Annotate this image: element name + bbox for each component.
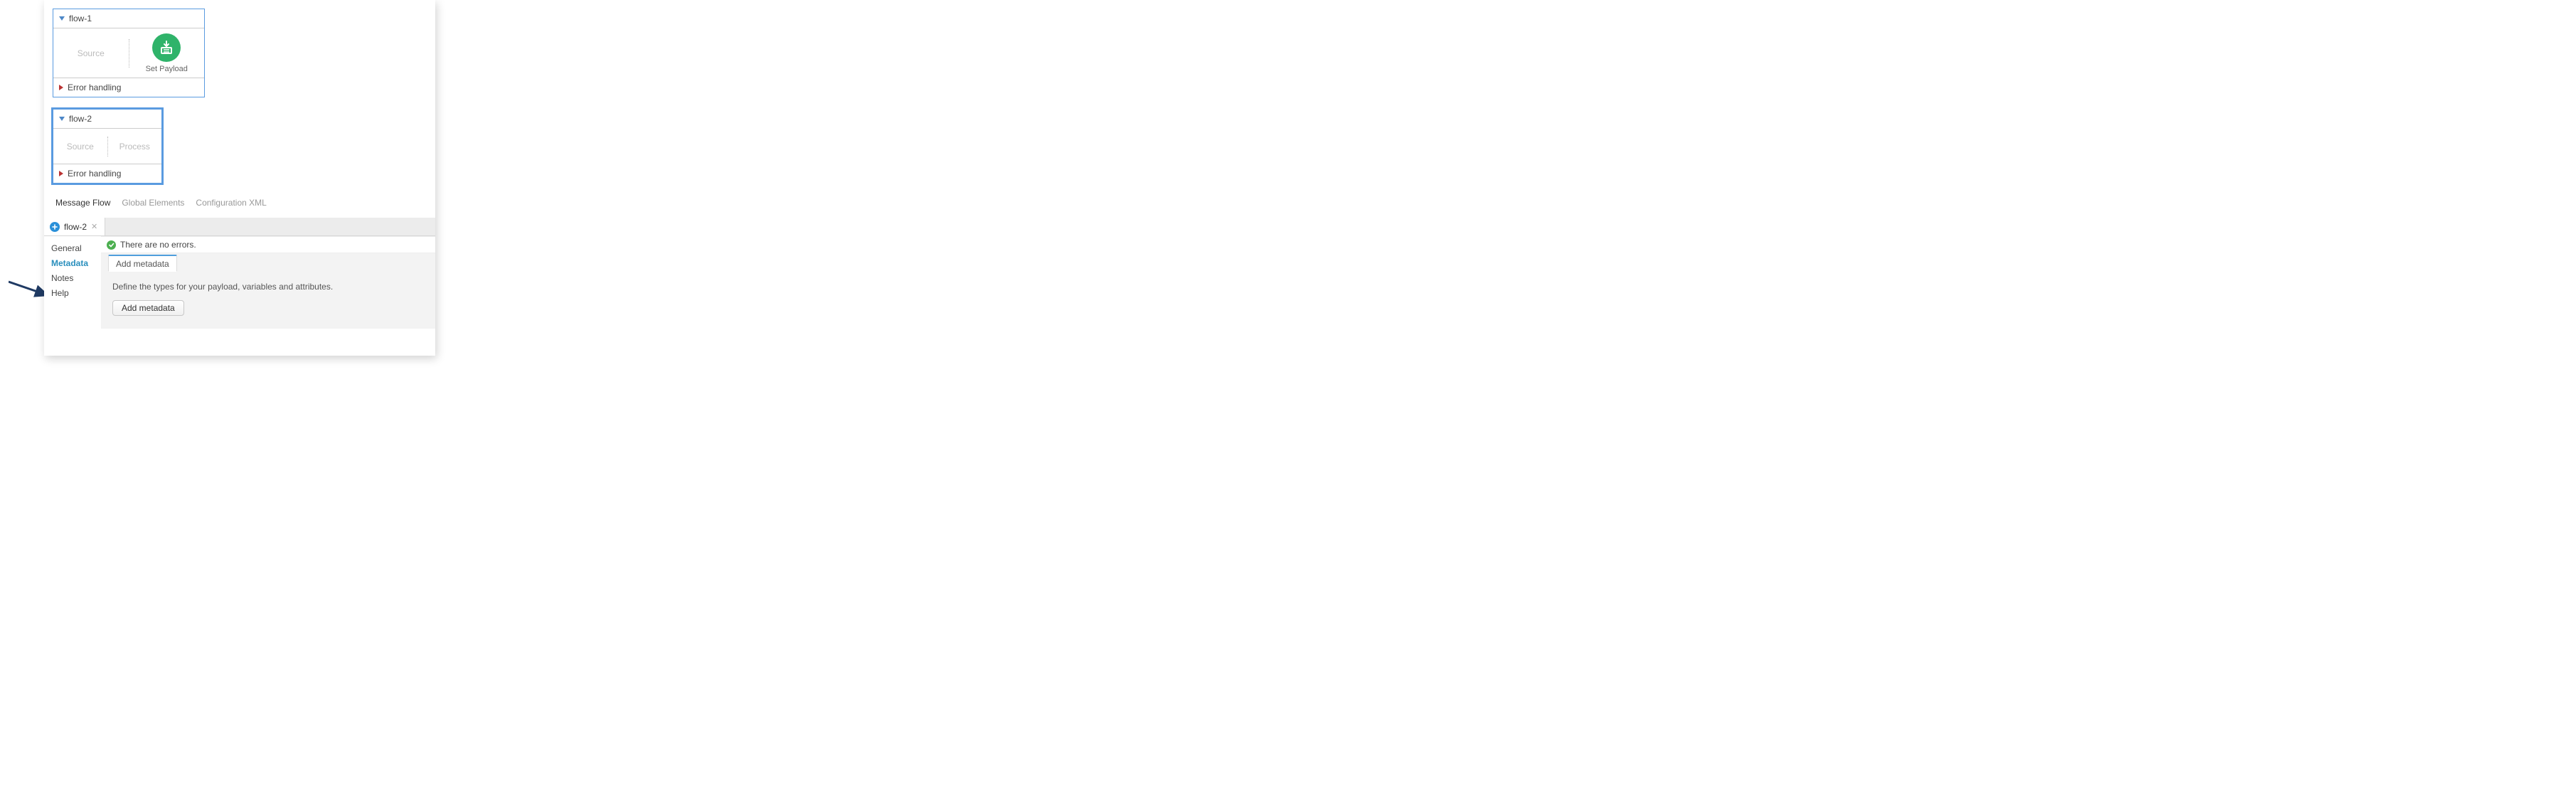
status-row: There are no errors.	[101, 236, 435, 253]
close-icon[interactable]: ✕	[91, 222, 97, 231]
collapse-icon	[59, 117, 65, 121]
flow-2-body[interactable]: Source Process	[53, 129, 161, 164]
flow-1-source-slot[interactable]: Source	[53, 48, 129, 58]
set-payload-icon	[152, 33, 181, 62]
flow-2[interactable]: flow-2 Source Process Error handling	[53, 109, 162, 184]
canvas-tabs: Message Flow Global Elements Configurati…	[53, 198, 427, 208]
sidebar-item-general[interactable]: General	[51, 243, 101, 253]
sidebar-item-notes[interactable]: Notes	[51, 273, 101, 283]
app-window: flow-1 Source Set Payload	[44, 0, 435, 356]
flow-icon	[50, 222, 60, 232]
tab-global-elements[interactable]: Global Elements	[122, 198, 184, 208]
flow-1[interactable]: flow-1 Source Set Payload	[53, 9, 205, 97]
tab-add-metadata[interactable]: Add metadata	[108, 255, 177, 272]
flow-2-process-slot[interactable]: Process	[108, 142, 162, 152]
tab-label: flow-2	[64, 222, 87, 232]
flow-2-title: flow-2	[69, 114, 92, 124]
flow-2-source-slot[interactable]: Source	[53, 142, 107, 152]
flow-1-body[interactable]: Source Set Payload	[53, 28, 204, 78]
status-text: There are no errors.	[120, 240, 196, 250]
editor-main: There are no errors. Add metadata Define…	[101, 236, 435, 329]
expand-icon	[59, 85, 63, 90]
editor-tab-flow-2[interactable]: flow-2 ✕	[44, 218, 105, 235]
editor-tabbar: flow-2 ✕	[44, 218, 435, 236]
ok-icon	[107, 240, 116, 250]
expand-icon	[59, 171, 63, 176]
flow-canvas[interactable]: flow-1 Source Set Payload	[44, 0, 435, 218]
sidebar-item-metadata[interactable]: Metadata	[51, 258, 101, 268]
set-payload-component[interactable]: Set Payload	[129, 33, 205, 73]
flow-1-title: flow-1	[69, 14, 92, 23]
editor-body: General Metadata Notes Help There are no…	[44, 236, 435, 329]
metadata-panel: Define the types for your payload, varia…	[101, 272, 435, 329]
flow-2-header[interactable]: flow-2	[53, 110, 161, 129]
flow-2-error[interactable]: Error handling	[53, 164, 161, 183]
add-metadata-button[interactable]: Add metadata	[112, 300, 184, 316]
flow-2-error-label: Error handling	[68, 169, 121, 179]
flow-1-error[interactable]: Error handling	[53, 78, 204, 97]
sidebar-item-help[interactable]: Help	[51, 288, 101, 298]
editor-sidebar: General Metadata Notes Help	[44, 236, 101, 329]
flow-1-error-label: Error handling	[68, 83, 121, 92]
flow-1-header[interactable]: flow-1	[53, 9, 204, 28]
set-payload-label: Set Payload	[146, 65, 188, 73]
collapse-icon	[59, 16, 65, 21]
tab-message-flow[interactable]: Message Flow	[55, 198, 110, 208]
inner-tabbar: Add metadata	[101, 253, 435, 272]
metadata-hint: Define the types for your payload, varia…	[112, 282, 424, 292]
config-editor: flow-2 ✕ General Metadata Notes Help The…	[44, 218, 435, 329]
tab-configuration-xml[interactable]: Configuration XML	[196, 198, 266, 208]
